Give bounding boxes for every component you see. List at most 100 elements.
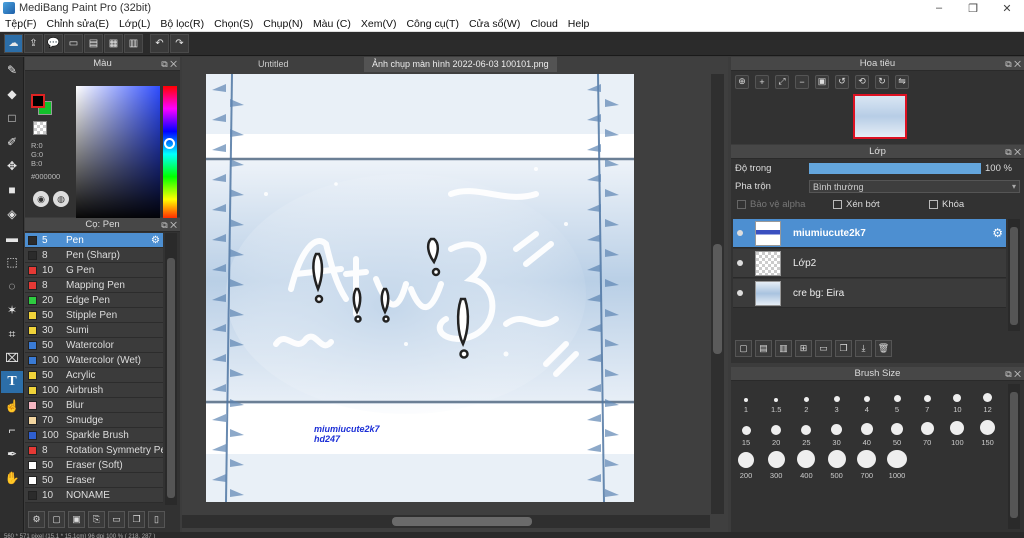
- brush-item[interactable]: 70 Smudge: [25, 413, 163, 428]
- eyedropper-tool-icon[interactable]: ⌐: [1, 419, 23, 441]
- panel-controls-icon[interactable]: ⧉ ✕: [1005, 367, 1021, 381]
- brush-item[interactable]: 30 Sumi: [25, 323, 163, 338]
- share-icon[interactable]: ⇪: [24, 34, 43, 53]
- eraser-tool-icon[interactable]: ◆: [1, 83, 23, 105]
- brush-size-option[interactable]: 70: [912, 417, 942, 447]
- visibility-icon[interactable]: [737, 230, 743, 236]
- bucket-tool-icon[interactable]: ◈: [1, 203, 23, 225]
- layer-row[interactable]: cre bg: Eira: [733, 279, 1006, 308]
- brush-settings-icon[interactable]: ⚙: [28, 510, 45, 528]
- gear-icon[interactable]: ⚙: [151, 235, 160, 246]
- reset-rotation-icon[interactable]: ⟲: [855, 74, 869, 89]
- panel-controls-icon[interactable]: ⧉ ✕: [161, 57, 177, 71]
- brush-item[interactable]: 50 Stipple Pen: [25, 308, 163, 323]
- brush-item[interactable]: 10 G Pen: [25, 263, 163, 278]
- brush-delete-icon[interactable]: ▯: [148, 510, 165, 528]
- palette-icon[interactable]: ◉: [33, 191, 49, 207]
- brush-size-option[interactable]: 12: [973, 384, 1003, 414]
- close-button[interactable]: ✕: [990, 0, 1024, 16]
- shape-tool-icon[interactable]: □: [1, 107, 23, 129]
- canvas-vertical-scroll-thumb[interactable]: [713, 244, 722, 354]
- menu-file[interactable]: Tệp(F): [0, 18, 42, 30]
- brush-size-option[interactable]: 25: [791, 417, 821, 447]
- delete-layer-icon[interactable]: 🗑: [875, 339, 892, 357]
- layer-folder-icon[interactable]: ▭: [815, 339, 832, 357]
- canvas-horizontal-scroll-thumb[interactable]: [392, 517, 532, 526]
- saturation-value-picker[interactable]: [76, 86, 160, 222]
- brush-size-option[interactable]: 20: [761, 417, 791, 447]
- cloud-icon[interactable]: ☁: [4, 34, 23, 53]
- brush-size-scrollbar[interactable]: [1008, 384, 1020, 529]
- fill-rect-tool-icon[interactable]: ■: [1, 179, 23, 201]
- zoom-plus-icon[interactable]: +: [755, 74, 769, 89]
- layer-list-scroll-thumb[interactable]: [1010, 227, 1018, 325]
- alpha-protect-checkbox[interactable]: Bảo vệ alpha: [737, 199, 805, 210]
- rotate-left-icon[interactable]: ↺: [835, 74, 849, 89]
- new-8bit-layer-icon[interactable]: ▥: [775, 339, 792, 357]
- brush-item[interactable]: 20 Edge Pen: [25, 293, 163, 308]
- redo-icon[interactable]: ↷: [170, 34, 189, 53]
- panel-icon[interactable]: ▥: [124, 34, 143, 53]
- menu-color[interactable]: Màu (C): [308, 18, 356, 30]
- brush-size-option[interactable]: 5: [882, 384, 912, 414]
- brush-item[interactable]: 50 Eraser: [25, 473, 163, 488]
- foreground-color-swatch[interactable]: [31, 94, 45, 108]
- brush-size-option[interactable]: 1000: [882, 450, 912, 480]
- visibility-icon[interactable]: [737, 290, 743, 296]
- opacity-slider[interactable]: [809, 162, 981, 174]
- brush-size-scroll-thumb[interactable]: [1010, 392, 1018, 518]
- minimize-button[interactable]: –: [922, 0, 956, 16]
- fit-window-icon[interactable]: ⤢: [775, 74, 789, 89]
- brush-folder-icon[interactable]: ▭: [108, 510, 125, 528]
- blend-mode-select[interactable]: Bình thường ▾: [809, 179, 1020, 193]
- brush-item[interactable]: 100 Watercolor (Wet): [25, 353, 163, 368]
- add-layer-menu-icon[interactable]: ⊞: [795, 339, 812, 357]
- layer-row[interactable]: miumiucute2k7 ⚙: [733, 219, 1006, 248]
- canvas-horizontal-scrollbar[interactable]: [182, 515, 710, 528]
- hue-slider[interactable]: [163, 86, 177, 222]
- move-tool-icon[interactable]: ✥: [1, 155, 23, 177]
- grid-icon[interactable]: ▦: [104, 34, 123, 53]
- menu-edit[interactable]: Chỉnh sửa(E): [42, 18, 114, 30]
- brush-size-option[interactable]: 200: [731, 450, 761, 480]
- brush-item[interactable]: 50 Eraser (Soft): [25, 458, 163, 473]
- brush-size-option[interactable]: 1.5: [761, 384, 791, 414]
- brush-size-option[interactable]: 10: [942, 384, 972, 414]
- new-brush-icon[interactable]: ▢: [48, 510, 65, 528]
- actual-size-icon[interactable]: ▣: [815, 74, 829, 89]
- navigator-preview[interactable]: [853, 94, 907, 139]
- gradient-tool-icon[interactable]: ▬: [1, 227, 23, 249]
- rotate-right-icon[interactable]: ↻: [875, 74, 889, 89]
- comment-icon[interactable]: 💬: [44, 34, 63, 53]
- brush-item[interactable]: 8 Rotation Symmetry Pen: [25, 443, 163, 458]
- brush-item[interactable]: 5 Pen ⚙: [25, 233, 163, 248]
- hue-knob[interactable]: [164, 138, 175, 149]
- panel-controls-icon[interactable]: ⧉ ✕: [1005, 57, 1021, 71]
- gear-icon[interactable]: ⚙: [992, 226, 1003, 240]
- select-rect-tool-icon[interactable]: ⬚: [1, 251, 23, 273]
- brush-duplicate-icon[interactable]: ❐: [128, 510, 145, 528]
- menu-select[interactable]: Chọn(S): [209, 18, 258, 30]
- brush-item[interactable]: 10 NONAME: [25, 488, 163, 503]
- hand-tool-icon[interactable]: ✋: [1, 467, 23, 489]
- select-pen-tool-icon[interactable]: ⌗: [1, 323, 23, 345]
- transparent-color-swatch[interactable]: [33, 121, 47, 135]
- brush-copy-icon[interactable]: ⎘: [88, 510, 105, 528]
- lasso-tool-icon[interactable]: ◌: [1, 275, 23, 297]
- brush-item[interactable]: 100 Sparkle Brush: [25, 428, 163, 443]
- brush-item[interactable]: 8 Mapping Pen: [25, 278, 163, 293]
- brush-size-option[interactable]: 1: [731, 384, 761, 414]
- drawing-canvas[interactable]: miumiucute2k7 hd247: [206, 74, 634, 502]
- brush-tool-icon[interactable]: ✎: [1, 59, 23, 81]
- brush-size-option[interactable]: 40: [852, 417, 882, 447]
- brush-size-option[interactable]: 4: [852, 384, 882, 414]
- undo-icon[interactable]: ↶: [150, 34, 169, 53]
- layer-list-scrollbar[interactable]: [1008, 219, 1020, 331]
- merge-down-icon[interactable]: ⤓: [855, 339, 872, 357]
- brush-size-option[interactable]: 100: [942, 417, 972, 447]
- brush-list-scrollbar[interactable]: [165, 233, 177, 505]
- color-settings-icon[interactable]: ◍: [53, 191, 69, 207]
- brush-item[interactable]: 50 Acrylic: [25, 368, 163, 383]
- brush-size-option[interactable]: 500: [822, 450, 852, 480]
- brush-size-option[interactable]: 15: [731, 417, 761, 447]
